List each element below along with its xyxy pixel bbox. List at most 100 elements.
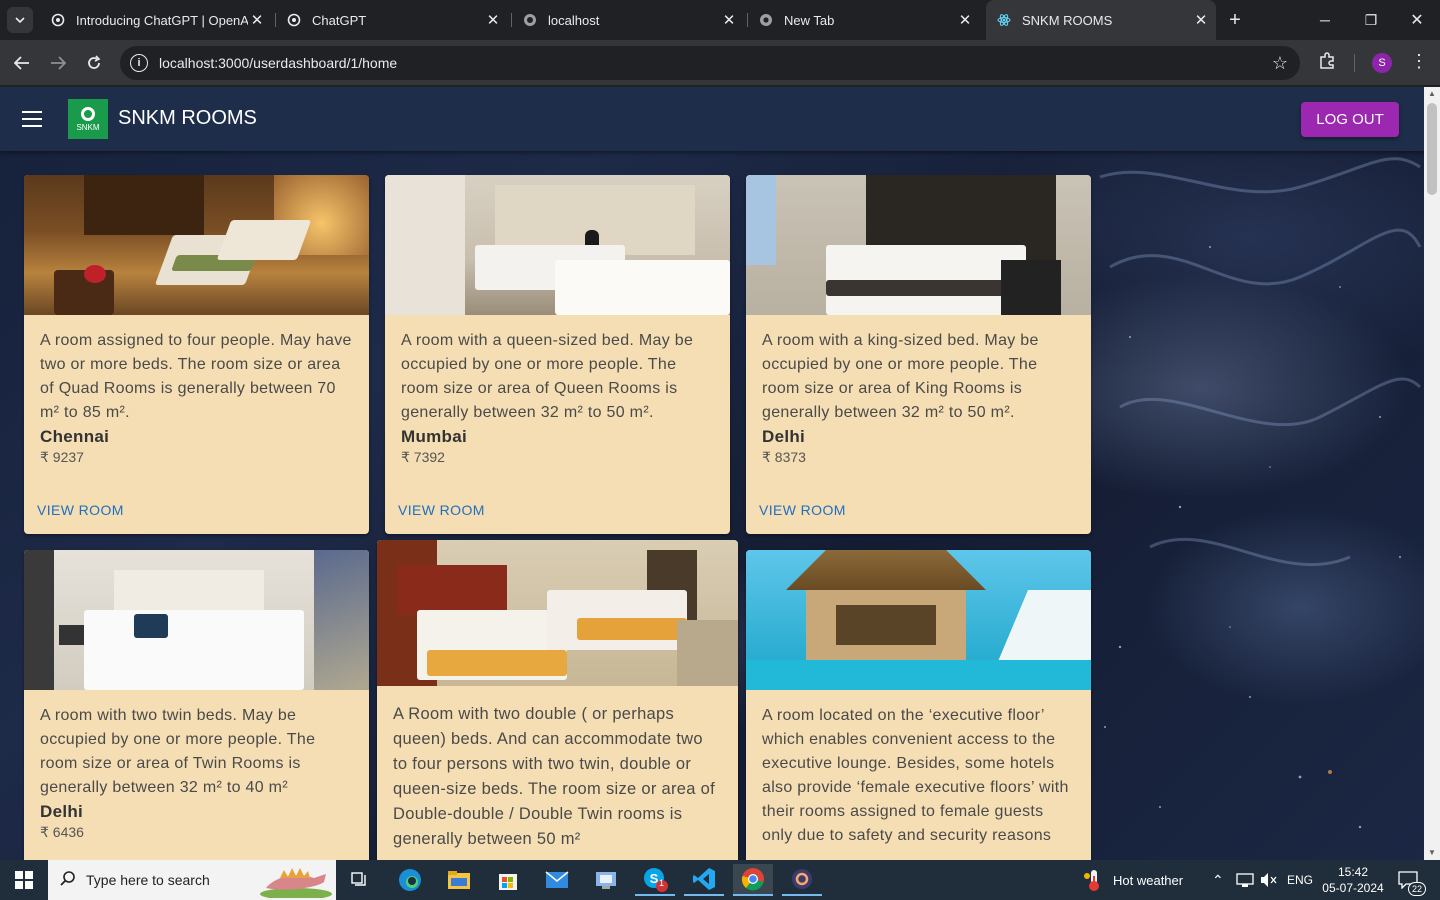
reload-icon bbox=[88, 55, 101, 69]
bookmark-star-icon[interactable]: ☆ bbox=[1272, 53, 1288, 74]
close-tab-icon[interactable]: ✕ bbox=[484, 11, 502, 29]
room-card: A Room with two double ( or perhaps quee… bbox=[377, 540, 738, 860]
search-icon bbox=[60, 870, 76, 891]
logo-ring-icon bbox=[81, 106, 95, 121]
skype-badge: 1 bbox=[659, 878, 665, 888]
scroll-thumb[interactable] bbox=[1427, 103, 1437, 195]
search-placeholder: Type here to search bbox=[86, 872, 210, 888]
address-bar[interactable]: i localhost:3000/userdashboard/1/home ☆ bbox=[120, 46, 1300, 80]
tab-new-tab[interactable]: New Tab ✕ bbox=[748, 6, 980, 34]
taskbar-search-input[interactable]: Type here to search bbox=[48, 860, 336, 900]
room-image-twin bbox=[24, 550, 369, 690]
close-tab-icon[interactable]: ✕ bbox=[720, 11, 738, 29]
tab-snkm-rooms[interactable]: SNKM ROOMS ✕ bbox=[986, 0, 1216, 40]
task-view-icon[interactable] bbox=[340, 864, 380, 896]
restore-button[interactable]: ❐ bbox=[1348, 0, 1394, 40]
room-image-king bbox=[746, 175, 1091, 315]
notification-center-icon[interactable]: 22 bbox=[1398, 860, 1426, 900]
chrome-taskbar-icon[interactable] bbox=[733, 864, 773, 896]
chevron-down-icon bbox=[15, 17, 25, 23]
room-description: A room with two twin beds. May be occupi… bbox=[40, 707, 316, 796]
taskbar-clock[interactable]: 15:42 05-07-2024 bbox=[1318, 864, 1388, 896]
tab-title: Introducing ChatGPT | OpenAI bbox=[76, 12, 248, 28]
tab-title: localhost bbox=[548, 12, 600, 28]
weather-widget[interactable]: Hot weather bbox=[1082, 860, 1183, 900]
extensions-icon[interactable] bbox=[1318, 51, 1336, 74]
reload-button[interactable] bbox=[82, 51, 106, 75]
minimize-button[interactable]: ─ bbox=[1302, 0, 1348, 40]
forward-button[interactable] bbox=[46, 51, 70, 75]
app-header: SNKM SNKM ROOMS LOG OUT bbox=[0, 87, 1424, 151]
tab-localhost[interactable]: localhost ✕ bbox=[512, 6, 744, 34]
room-description: A room with a king-sized bed. May be occ… bbox=[762, 332, 1039, 421]
tab-title: SNKM ROOMS bbox=[1022, 12, 1113, 28]
room-card: A room assigned to four people. May have… bbox=[24, 175, 369, 534]
clock-time: 15:42 bbox=[1337, 865, 1369, 879]
logo-text: SNKM bbox=[76, 122, 100, 132]
room-price: ₹ 8373 bbox=[762, 449, 806, 465]
close-tab-icon[interactable]: ✕ bbox=[1192, 11, 1210, 29]
edge-icon[interactable] bbox=[390, 864, 430, 896]
brand-title: SNKM ROOMS bbox=[118, 107, 257, 129]
chrome-icon bbox=[758, 12, 774, 28]
language-indicator[interactable]: ENG bbox=[1287, 860, 1313, 900]
vscode-icon[interactable] bbox=[684, 864, 724, 896]
settings-app-icon[interactable] bbox=[782, 864, 822, 896]
room-description: A Room with two double ( or perhaps quee… bbox=[393, 705, 715, 848]
profile-avatar[interactable]: S bbox=[1372, 53, 1392, 73]
room-card: A room with two twin beds. May be occupi… bbox=[24, 550, 369, 860]
openai-icon bbox=[286, 12, 302, 28]
room-card: A room with a king-sized bed. May be occ… bbox=[746, 175, 1091, 534]
browser-tab-strip: Introducing ChatGPT | OpenAI ✕ ChatGPT ✕… bbox=[0, 0, 1440, 40]
site-info-icon[interactable]: i bbox=[130, 54, 148, 72]
room-city: Delhi bbox=[762, 427, 806, 446]
react-icon bbox=[996, 12, 1012, 28]
network-icon[interactable] bbox=[1236, 860, 1254, 900]
tab-title: ChatGPT bbox=[312, 12, 367, 28]
snipping-tool-icon[interactable] bbox=[586, 864, 626, 896]
view-room-link[interactable]: VIEW ROOM bbox=[398, 502, 485, 518]
scroll-up-arrow-icon[interactable]: ▲ bbox=[1424, 87, 1440, 101]
menu-icon[interactable] bbox=[22, 111, 42, 127]
arrow-right-icon bbox=[51, 56, 66, 70]
tab-search-button[interactable] bbox=[7, 7, 33, 33]
snkm-logo: SNKM bbox=[68, 99, 108, 139]
openai-icon bbox=[50, 12, 66, 28]
windows-logo-icon bbox=[15, 871, 33, 889]
file-explorer-icon[interactable] bbox=[439, 864, 479, 896]
close-tab-icon[interactable]: ✕ bbox=[248, 11, 266, 29]
microsoft-store-icon[interactable] bbox=[488, 864, 528, 896]
tray-overflow-icon[interactable]: ⌃ bbox=[1212, 860, 1224, 900]
chrome-menu-icon[interactable]: ⋮ bbox=[1410, 52, 1428, 70]
room-image-double bbox=[377, 540, 738, 686]
tab-title: New Tab bbox=[784, 12, 835, 28]
back-button[interactable] bbox=[10, 51, 34, 75]
scroll-down-arrow-icon[interactable]: ▼ bbox=[1424, 846, 1440, 860]
close-tab-icon[interactable]: ✕ bbox=[956, 11, 974, 29]
start-button[interactable] bbox=[0, 860, 48, 900]
room-price: ₹ 6436 bbox=[40, 824, 84, 840]
weather-text: Hot weather bbox=[1113, 872, 1184, 888]
tab-introducing-chatgpt[interactable]: Introducing ChatGPT | OpenAI ✕ bbox=[40, 6, 272, 34]
mail-icon[interactable] bbox=[537, 864, 577, 896]
new-tab-button[interactable]: + bbox=[1224, 9, 1246, 31]
view-room-link[interactable]: VIEW ROOM bbox=[37, 502, 124, 518]
logout-button[interactable]: LOG OUT bbox=[1301, 102, 1399, 137]
room-image-quad bbox=[24, 175, 369, 315]
tab-chatgpt[interactable]: ChatGPT ✕ bbox=[276, 6, 508, 34]
windows-taskbar: Type here to search S 1 Hot weather ⌃ EN… bbox=[0, 860, 1440, 900]
room-city: Mumbai bbox=[401, 427, 468, 446]
room-description: A room with a queen-sized bed. May be oc… bbox=[401, 332, 694, 421]
skype-icon[interactable]: S 1 bbox=[635, 864, 675, 896]
dinosaur-search-highlight-icon bbox=[260, 868, 332, 898]
close-window-button[interactable]: ✕ bbox=[1394, 0, 1440, 40]
room-description: A room located on the ‘executive floor’ … bbox=[762, 707, 1069, 844]
room-image-queen bbox=[385, 175, 730, 315]
globe-icon bbox=[522, 12, 538, 28]
view-room-link[interactable]: VIEW ROOM bbox=[759, 502, 846, 518]
url-text[interactable]: localhost:3000/userdashboard/1/home bbox=[159, 55, 397, 71]
volume-muted-icon[interactable] bbox=[1260, 860, 1278, 900]
room-image-executive bbox=[746, 550, 1091, 690]
room-card: A room located on the ‘executive floor’ … bbox=[746, 550, 1091, 860]
page-scrollbar[interactable]: ▲ ▼ bbox=[1424, 87, 1440, 860]
